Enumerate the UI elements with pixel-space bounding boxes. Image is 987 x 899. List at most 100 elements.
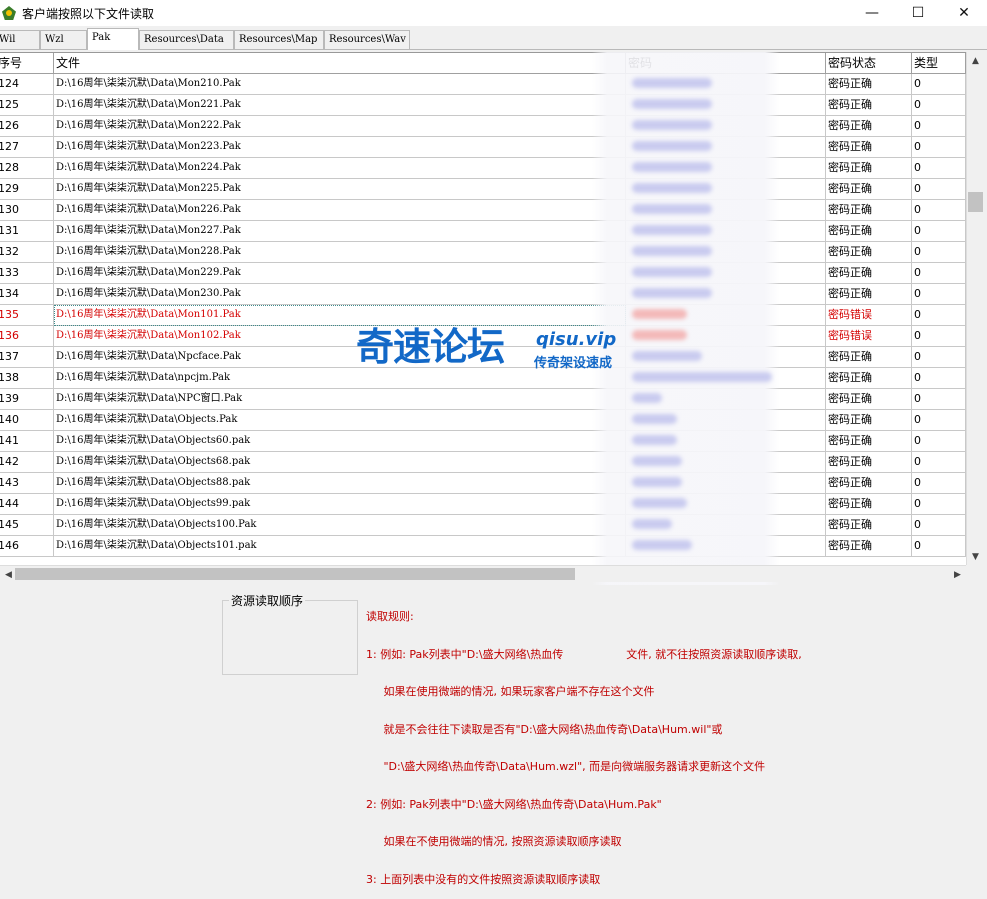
tab-resources-wav[interactable]: Resources\Wav: [324, 30, 410, 49]
cell-status[interactable]: 密码正确: [826, 494, 912, 515]
cell-status[interactable]: 密码正确: [826, 431, 912, 452]
cell-type[interactable]: 0: [912, 137, 966, 158]
cell-file[interactable]: D:\16周年\柒柒沉默\Data\Mon226.Pak: [54, 200, 626, 221]
cell-index[interactable]: 135: [0, 305, 54, 326]
cell-index[interactable]: 133: [0, 263, 54, 284]
table-row[interactable]: 140 D:\16周年\柒柒沉默\Data\Objects.Pak 密码正确 0: [0, 410, 966, 431]
cell-type[interactable]: 0: [912, 179, 966, 200]
table-row[interactable]: 143 D:\16周年\柒柒沉默\Data\Objects88.pak 密码正确 0: [0, 473, 966, 494]
cell-index[interactable]: 132: [0, 242, 54, 263]
cell-file[interactable]: D:\16周年\柒柒沉默\Data\Objects60.pak: [54, 431, 626, 452]
cell-type[interactable]: 0: [912, 536, 966, 557]
scroll-up-icon[interactable]: ▲: [967, 52, 984, 69]
cell-type[interactable]: 0: [912, 263, 966, 284]
cell-status[interactable]: 密码正确: [826, 200, 912, 221]
cell-status[interactable]: 密码正确: [826, 74, 912, 95]
header-index[interactable]: 序号: [0, 53, 54, 74]
cell-file[interactable]: D:\16周年\柒柒沉默\Data\Mon230.Pak: [54, 284, 626, 305]
maximize-button[interactable]: ☐: [895, 0, 941, 26]
cell-index[interactable]: 124: [0, 74, 54, 95]
cell-file[interactable]: D:\16周年\柒柒沉默\Data\Mon224.Pak: [54, 158, 626, 179]
tab-pak[interactable]: Pak: [87, 28, 139, 50]
table-row[interactable]: 139 D:\16周年\柒柒沉默\Data\NPC窗口.Pak 密码正确 0: [0, 389, 966, 410]
cell-file[interactable]: D:\16周年\柒柒沉默\Data\Objects.Pak: [54, 410, 626, 431]
cell-file[interactable]: D:\16周年\柒柒沉默\Data\Mon227.Pak: [54, 221, 626, 242]
tab-resources-data[interactable]: Resources\Data: [139, 30, 234, 49]
table-row[interactable]: 133 D:\16周年\柒柒沉默\Data\Mon229.Pak 密码正确 0: [0, 263, 966, 284]
cell-file[interactable]: D:\16周年\柒柒沉默\Data\Mon210.Pak: [54, 74, 626, 95]
cell-file[interactable]: D:\16周年\柒柒沉默\Data\Mon221.Pak: [54, 95, 626, 116]
cell-index[interactable]: 139: [0, 389, 54, 410]
cell-status[interactable]: 密码正确: [826, 95, 912, 116]
cell-file[interactable]: D:\16周年\柒柒沉默\Data\NPC窗口.Pak: [54, 389, 626, 410]
cell-index[interactable]: 134: [0, 284, 54, 305]
cell-type[interactable]: 0: [912, 158, 966, 179]
cell-index[interactable]: 129: [0, 179, 54, 200]
cell-status[interactable]: 密码正确: [826, 515, 912, 536]
cell-index[interactable]: 130: [0, 200, 54, 221]
cell-status[interactable]: 密码正确: [826, 179, 912, 200]
file-grid[interactable]: 序号 文件 密码 密码状态 类型 124D:\16周年\柒柒沉默\Data\Mo…: [0, 52, 966, 565]
cell-file[interactable]: D:\16周年\柒柒沉默\Data\Objects100.Pak: [54, 515, 626, 536]
cell-type[interactable]: 0: [912, 368, 966, 389]
cell-status[interactable]: 密码正确: [826, 221, 912, 242]
horizontal-scrollbar[interactable]: ◀ ▶: [0, 565, 966, 582]
cell-status[interactable]: 密码正确: [826, 473, 912, 494]
header-type[interactable]: 类型: [912, 53, 966, 74]
table-row[interactable]: 144 D:\16周年\柒柒沉默\Data\Objects99.pak 密码正确 0: [0, 494, 966, 515]
cell-index[interactable]: 146: [0, 536, 54, 557]
cell-status[interactable]: 密码正确: [826, 452, 912, 473]
cell-index[interactable]: 144: [0, 494, 54, 515]
cell-type[interactable]: 0: [912, 116, 966, 137]
table-row[interactable]: 124 D:\16周年\柒柒沉默\Data\Mon210.Pak 密码正确 0: [0, 74, 966, 95]
cell-file[interactable]: D:\16周年\柒柒沉默\Data\Objects88.pak: [54, 473, 626, 494]
scroll-down-icon[interactable]: ▼: [967, 548, 984, 565]
cell-status[interactable]: 密码正确: [826, 368, 912, 389]
cell-status[interactable]: 密码正确: [826, 347, 912, 368]
cell-index[interactable]: 143: [0, 473, 54, 494]
cell-type[interactable]: 0: [912, 431, 966, 452]
vertical-scroll-thumb[interactable]: [968, 192, 983, 212]
table-row[interactable]: 146 D:\16周年\柒柒沉默\Data\Objects101.pak 密码正确 0: [0, 536, 966, 557]
cell-status[interactable]: 密码正确: [826, 116, 912, 137]
table-row[interactable]: 145 D:\16周年\柒柒沉默\Data\Objects100.Pak 密码正确 0: [0, 515, 966, 536]
cell-type[interactable]: 0: [912, 452, 966, 473]
cell-index[interactable]: 131: [0, 221, 54, 242]
close-button[interactable]: ✕: [941, 0, 987, 26]
vertical-scrollbar[interactable]: ▲ ▼: [966, 52, 983, 565]
cell-type[interactable]: 0: [912, 305, 966, 326]
cell-type[interactable]: 0: [912, 74, 966, 95]
cell-type[interactable]: 0: [912, 95, 966, 116]
cell-file[interactable]: D:\16周年\柒柒沉默\Data\Mon223.Pak: [54, 137, 626, 158]
cell-status[interactable]: 密码错误: [826, 305, 912, 326]
cell-type[interactable]: 0: [912, 326, 966, 347]
cell-type[interactable]: 0: [912, 515, 966, 536]
cell-file[interactable]: D:\16周年\柒柒沉默\Data\Mon229.Pak: [54, 263, 626, 284]
cell-type[interactable]: 0: [912, 242, 966, 263]
cell-status[interactable]: 密码正确: [826, 158, 912, 179]
cell-type[interactable]: 0: [912, 389, 966, 410]
cell-status[interactable]: 密码正确: [826, 410, 912, 431]
cell-file[interactable]: D:\16周年\柒柒沉默\Data\Mon225.Pak: [54, 179, 626, 200]
cell-index[interactable]: 125: [0, 95, 54, 116]
cell-index[interactable]: 128: [0, 158, 54, 179]
tab-wil[interactable]: Wil: [0, 30, 40, 49]
cell-type[interactable]: 0: [912, 284, 966, 305]
cell-index[interactable]: 141: [0, 431, 54, 452]
tab-resources-map[interactable]: Resources\Map: [234, 30, 324, 49]
cell-type[interactable]: 0: [912, 221, 966, 242]
table-row[interactable]: 130 D:\16周年\柒柒沉默\Data\Mon226.Pak 密码正确 0: [0, 200, 966, 221]
cell-status[interactable]: 密码正确: [826, 389, 912, 410]
cell-index[interactable]: 136: [0, 326, 54, 347]
header-file[interactable]: 文件: [54, 53, 626, 74]
cell-type[interactable]: 0: [912, 494, 966, 515]
cell-status[interactable]: 密码正确: [826, 536, 912, 557]
cell-index[interactable]: 126: [0, 116, 54, 137]
header-status[interactable]: 密码状态: [826, 53, 912, 74]
table-row[interactable]: 126 D:\16周年\柒柒沉默\Data\Mon222.Pak 密码正确 0: [0, 116, 966, 137]
cell-type[interactable]: 0: [912, 347, 966, 368]
cell-status[interactable]: 密码正确: [826, 284, 912, 305]
cell-index[interactable]: 140: [0, 410, 54, 431]
table-row[interactable]: 132 D:\16周年\柒柒沉默\Data\Mon228.Pak 密码正确 0: [0, 242, 966, 263]
cell-type[interactable]: 0: [912, 473, 966, 494]
